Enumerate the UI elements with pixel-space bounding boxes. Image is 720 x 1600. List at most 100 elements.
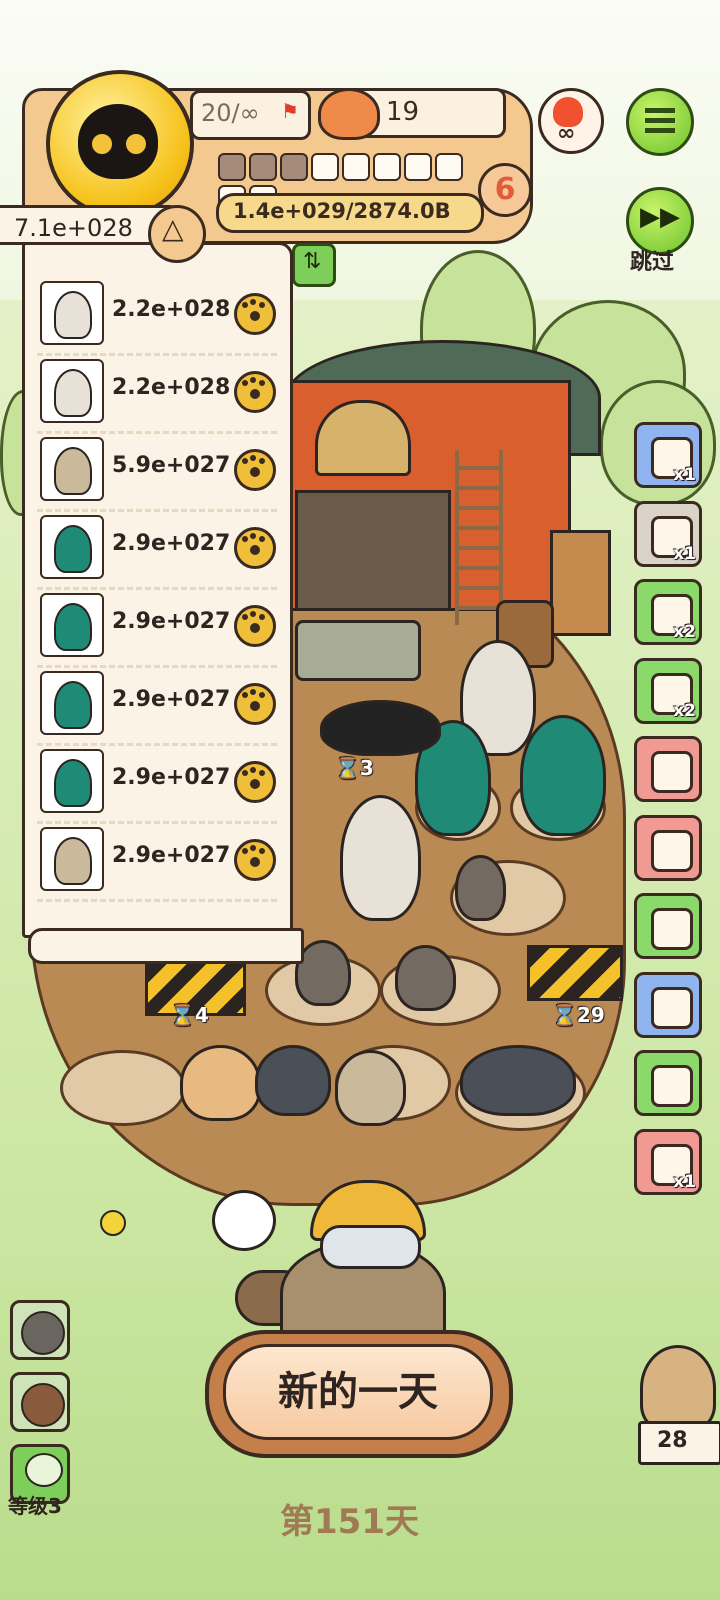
side-item-button[interactable]: x2	[634, 657, 702, 724]
certificate-bubble[interactable]	[212, 1190, 276, 1251]
triangle-up-icon: △	[162, 212, 184, 245]
player-level-label: 等级3	[8, 1494, 62, 1518]
snail-icon	[21, 1383, 65, 1427]
timer-value: 4	[194, 1003, 209, 1027]
timer-value: 29	[576, 1003, 605, 1027]
timer-label: ⌛4	[170, 1003, 209, 1027]
alpaca-thumbnail	[40, 281, 104, 345]
income-value: 2.9e+027	[112, 843, 231, 868]
experience-pill: 1.4e+029/2874.0B	[216, 193, 484, 233]
mouse-group[interactable]	[460, 1045, 576, 1116]
new-day-label: 新的一天	[223, 1344, 493, 1440]
jerboa[interactable]	[395, 945, 456, 1011]
hamster-count-box: 28	[638, 1421, 720, 1465]
item-count-badge: x2	[673, 622, 696, 642]
jerboa[interactable]	[455, 855, 506, 921]
side-item-button[interactable]: x2	[634, 579, 702, 645]
ladder	[455, 450, 503, 625]
item-count-badge: x1	[673, 465, 696, 485]
side-item-button[interactable]	[634, 814, 702, 881]
paw-coin-icon	[234, 293, 276, 335]
income-value: 2.9e+027	[112, 531, 231, 556]
sort-icon: ⇅	[303, 249, 322, 274]
alpaca-icon	[54, 291, 92, 339]
level-badge: 6	[478, 163, 532, 217]
barn-window	[315, 400, 411, 476]
fruit-crate	[550, 530, 611, 636]
player-avatar[interactable]	[46, 70, 194, 218]
side-item-button[interactable]	[634, 736, 702, 802]
side-item-button[interactable]: x1	[634, 422, 702, 488]
income-value: 2.2e+028	[112, 375, 231, 400]
timer-label: ⌛29	[552, 1003, 605, 1027]
new-day-button[interactable]: 新的一天	[205, 1330, 513, 1458]
experience-text: 1.4e+029/2874.0B	[233, 199, 451, 223]
side-item-button[interactable]	[634, 1050, 702, 1116]
income-value: 5.9e+027	[112, 453, 231, 478]
income-row[interactable]: 2.9e+027	[37, 587, 277, 668]
income-value: 2.9e+027	[112, 765, 231, 790]
item-count-badge: x1	[673, 543, 696, 564]
infinity-icon: ∞	[557, 121, 576, 146]
card-icon	[651, 908, 693, 950]
progress-segment	[249, 153, 277, 181]
capacity-pill: 20/∞ ⚑	[190, 90, 311, 140]
alpaca-thumbnail	[40, 359, 104, 423]
frog-icon	[25, 1453, 63, 1487]
barn-door	[295, 490, 451, 611]
hamster-helper[interactable]: 28	[636, 1345, 720, 1465]
income-row[interactable]: 2.2e+028	[37, 275, 277, 356]
locked-plot-barrier[interactable]	[527, 945, 623, 1001]
pepper-buff-icon[interactable]: ∞	[538, 88, 604, 154]
black-cat-icon	[78, 104, 158, 179]
goggles	[320, 1225, 421, 1269]
progress-segment	[311, 153, 339, 181]
income-row[interactable]: 2.9e+027	[37, 821, 277, 902]
capacity-text: 20/∞	[201, 99, 260, 127]
income-row[interactable]: 5.9e+027	[37, 431, 277, 512]
cat-eye	[124, 132, 148, 156]
progress-segment	[404, 153, 432, 181]
alpaca-icon	[54, 369, 92, 417]
income-row[interactable]: 2.2e+028	[37, 353, 277, 434]
menu-button[interactable]	[626, 88, 694, 156]
item-count-badge: x1	[673, 1171, 696, 1192]
side-item-button[interactable]: x1	[634, 500, 702, 567]
peacock-icon	[54, 759, 92, 807]
hamster-count: 28	[657, 1428, 688, 1453]
paw-coin-icon	[234, 605, 276, 647]
mouse-group[interactable]	[255, 1045, 331, 1116]
elephant-icon	[21, 1311, 65, 1355]
animal-slot-button[interactable]	[10, 1372, 70, 1432]
sort-button[interactable]: ⇅	[292, 243, 336, 287]
flower-decoration	[100, 1210, 126, 1236]
income-row[interactable]: 2.9e+027	[37, 509, 277, 590]
skunk[interactable]	[320, 700, 441, 756]
timer-value: 3	[359, 756, 374, 780]
side-item-button[interactable]	[634, 971, 702, 1038]
hamster[interactable]	[180, 1045, 261, 1121]
side-item-button[interactable]	[634, 893, 702, 959]
timer-label: ⌛3	[335, 756, 374, 780]
income-row[interactable]: 2.9e+027	[37, 743, 277, 824]
peacock-thumbnail	[40, 515, 104, 579]
hedgehog-icon	[54, 447, 92, 495]
field-plot[interactable]	[60, 1050, 186, 1126]
peacock[interactable]	[520, 715, 606, 836]
hamster-face-icon	[640, 1345, 716, 1431]
peacock-thumbnail	[40, 593, 104, 657]
collapse-button[interactable]: △	[148, 205, 206, 263]
day-counter: 第151天	[280, 1502, 419, 1542]
peacock-icon	[54, 603, 92, 651]
income-list-panel[interactable]: 2.2e+028 2.2e+028 5.9e+027 2.9e+027 2.9e+027…	[22, 242, 293, 938]
list-scroll-end	[28, 928, 304, 964]
animal-slot-button[interactable]	[10, 1300, 70, 1360]
paw-coin-icon	[234, 527, 276, 569]
hedgehog-icon	[54, 837, 92, 885]
income-row[interactable]: 2.9e+027	[37, 665, 277, 746]
hedgehog[interactable]	[335, 1050, 406, 1126]
income-value: 2.9e+027	[112, 687, 231, 712]
peacock-thumbnail	[40, 671, 104, 735]
side-item-button[interactable]: x1	[634, 1128, 702, 1195]
alpaca[interactable]	[340, 795, 421, 921]
